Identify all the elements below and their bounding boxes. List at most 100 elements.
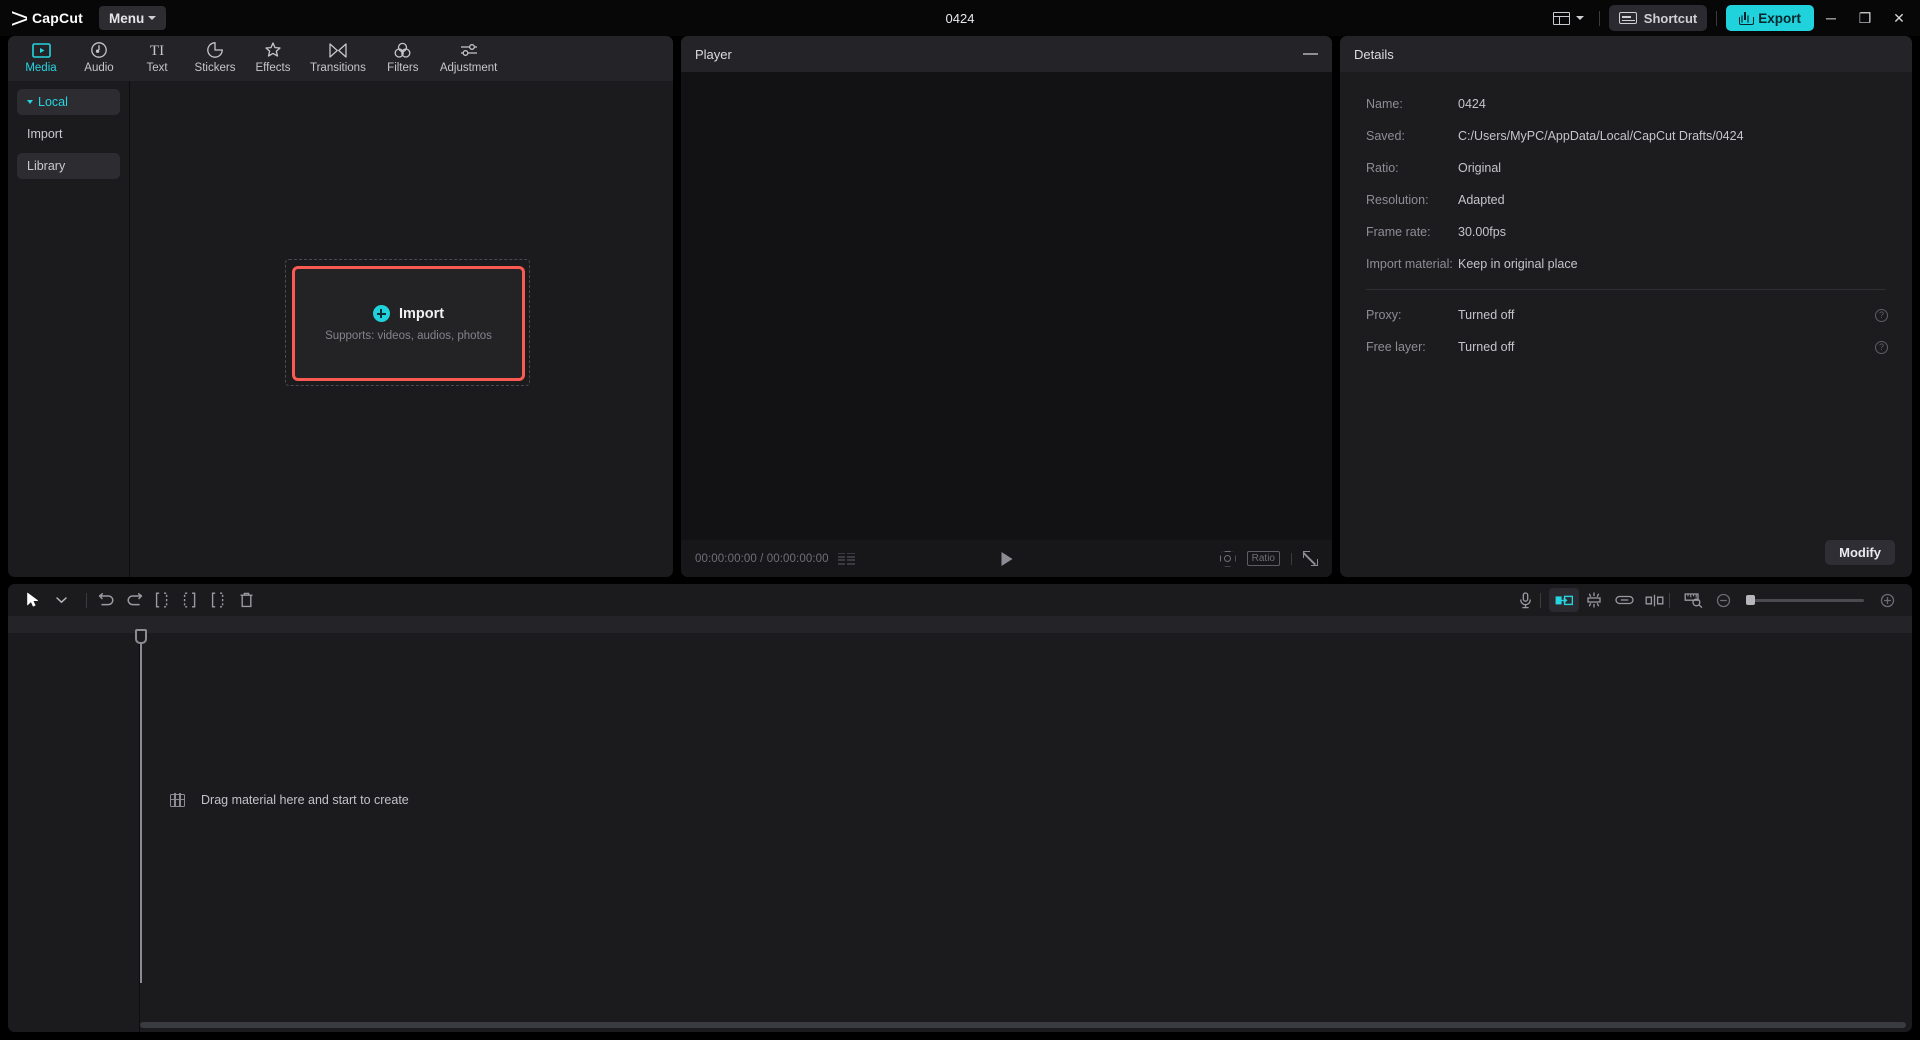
detail-key: Import material: <box>1366 257 1458 271</box>
effects-star-icon <box>264 40 282 60</box>
tab-label: Stickers <box>195 62 236 74</box>
cursor-select-icon[interactable] <box>22 588 44 612</box>
details-header: Details <box>1340 36 1912 72</box>
timeline-tracks-area[interactable]: Drag material here and start to create <box>8 633 1912 1032</box>
details-body: Name: 0424 Saved: C:/Users/MyPC/AppData/… <box>1340 72 1912 577</box>
tab-label: Audio <box>84 62 113 74</box>
adjustment-sliders-icon <box>459 40 479 60</box>
sidebar-item-import[interactable]: Import <box>17 121 120 147</box>
details-panel: Details Name: 0424 Saved: C:/Users/MyPC/… <box>1340 36 1912 577</box>
shortcut-button[interactable]: Shortcut <box>1609 5 1707 31</box>
timeline-ruler[interactable] <box>8 616 1912 633</box>
close-button[interactable]: ✕ <box>1882 0 1916 36</box>
chevron-down-icon <box>1576 16 1584 20</box>
app-brand-label: CapCut <box>32 10 83 26</box>
keyboard-icon <box>1619 12 1637 24</box>
titlebar-actions: Shortcut Export ─ ❐ ✕ <box>1547 0 1920 36</box>
layout-panels-icon <box>1553 12 1570 25</box>
ratio-button[interactable]: Ratio <box>1247 551 1280 566</box>
sidebar-item-label: Library <box>27 159 65 173</box>
chevron-down-icon <box>148 16 156 20</box>
import-dropzone[interactable]: Import Supports: videos, audios, photos <box>285 259 530 386</box>
trim-left-icon[interactable] <box>179 588 201 612</box>
sticker-circle-icon <box>206 40 224 60</box>
quality-grid-icon[interactable] <box>838 553 855 565</box>
playhead-handle[interactable] <box>135 629 147 644</box>
timeline-panel: Drag material here and start to create <box>8 584 1912 1032</box>
export-button[interactable]: Export <box>1726 5 1814 31</box>
tab-text[interactable]: TI Text <box>128 36 186 74</box>
redo-icon[interactable] <box>123 588 145 612</box>
trim-right-icon[interactable] <box>207 588 229 612</box>
divider <box>1599 11 1600 26</box>
timeline-toolbar <box>8 584 1912 616</box>
tab-audio[interactable]: Audio <box>70 36 128 74</box>
modify-button[interactable]: Modify <box>1825 540 1895 565</box>
detail-key: Saved: <box>1366 129 1458 143</box>
detail-value: 30.00fps <box>1458 225 1506 239</box>
split-track-icon[interactable] <box>1639 588 1669 612</box>
detail-key: Proxy: <box>1366 308 1458 322</box>
split-icon[interactable] <box>151 588 173 612</box>
playhead[interactable] <box>140 633 142 983</box>
tab-label: Adjustment <box>440 62 498 74</box>
upload-icon <box>1739 12 1752 25</box>
fullscreen-expand-icon[interactable] <box>1303 551 1318 566</box>
zoom-in-icon[interactable] <box>1872 588 1902 612</box>
sidebar-item-local[interactable]: Local <box>17 89 120 115</box>
divider <box>1669 593 1670 608</box>
caret-down-icon <box>27 100 33 104</box>
detail-value: Original <box>1458 161 1501 175</box>
tab-stickers[interactable]: Stickers <box>186 36 244 74</box>
microphone-icon[interactable] <box>1510 588 1540 612</box>
undo-icon[interactable] <box>95 588 117 612</box>
tab-filters[interactable]: Filters <box>374 36 432 74</box>
sidebar-item-library[interactable]: Library <box>17 153 120 179</box>
help-circle-icon[interactable]: ? <box>1875 309 1888 322</box>
zoom-slider-knob[interactable] <box>1746 595 1755 605</box>
detail-value: Adapted <box>1458 193 1505 207</box>
ruler-preview-icon[interactable] <box>1678 588 1708 612</box>
tab-adjustment[interactable]: Adjustment <box>432 36 506 74</box>
zoom-slider[interactable] <box>1746 599 1864 602</box>
tab-transitions[interactable]: Transitions <box>302 36 374 74</box>
menu-button[interactable]: Menu <box>99 6 166 30</box>
player-header: Player <box>681 36 1332 72</box>
link-icon[interactable] <box>1609 588 1639 612</box>
tab-effects[interactable]: Effects <box>244 36 302 74</box>
title-bar: CapCut Menu 0424 Shortcut Export ─ ❐ ✕ <box>0 0 1920 36</box>
menu-label: Menu <box>109 11 144 26</box>
shortcut-label: Shortcut <box>1644 11 1697 26</box>
maximize-button[interactable]: ❐ <box>1848 0 1882 36</box>
play-triangle-icon[interactable] <box>1001 552 1012 566</box>
chevron-down-icon[interactable] <box>50 588 72 612</box>
detail-row-ratio: Ratio: Original <box>1340 152 1912 184</box>
keyframe-icon[interactable] <box>1579 588 1609 612</box>
delete-trash-icon[interactable] <box>235 588 257 612</box>
hamburger-icon[interactable] <box>1303 49 1318 60</box>
zoom-out-icon[interactable] <box>1708 588 1738 612</box>
tab-media[interactable]: Media <box>12 36 70 74</box>
detail-value: 0424 <box>1458 97 1486 111</box>
help-circle-icon[interactable]: ? <box>1875 341 1888 354</box>
minimize-button[interactable]: ─ <box>1814 0 1848 36</box>
detail-row-free-layer: Free layer: Turned off ? <box>1340 331 1912 363</box>
snap-magnet-icon[interactable] <box>1549 588 1579 612</box>
export-label: Export <box>1758 11 1801 26</box>
detail-row-resolution: Resolution: Adapted <box>1340 184 1912 216</box>
timeline-canvas[interactable]: Drag material here and start to create <box>140 633 1912 1032</box>
player-preview-stage[interactable] <box>681 72 1332 540</box>
divider <box>86 593 87 608</box>
layout-switch-button[interactable] <box>1547 8 1590 29</box>
tab-label: Text <box>146 62 167 74</box>
import-button-row: Import <box>373 305 444 322</box>
timeline-track-gutter <box>8 633 140 1032</box>
import-label: Import <box>399 306 444 322</box>
film-strip-icon <box>170 794 185 807</box>
timeline-horizontal-scrollbar[interactable] <box>140 1022 1906 1028</box>
focus-frame-icon[interactable] <box>1220 551 1236 567</box>
tab-label: Media <box>25 62 56 74</box>
import-button[interactable]: Import Supports: videos, audios, photos <box>292 266 525 381</box>
detail-value: C:/Users/MyPC/AppData/Local/CapCut Draft… <box>1458 129 1744 143</box>
detail-row-proxy: Proxy: Turned off ? <box>1340 299 1912 331</box>
